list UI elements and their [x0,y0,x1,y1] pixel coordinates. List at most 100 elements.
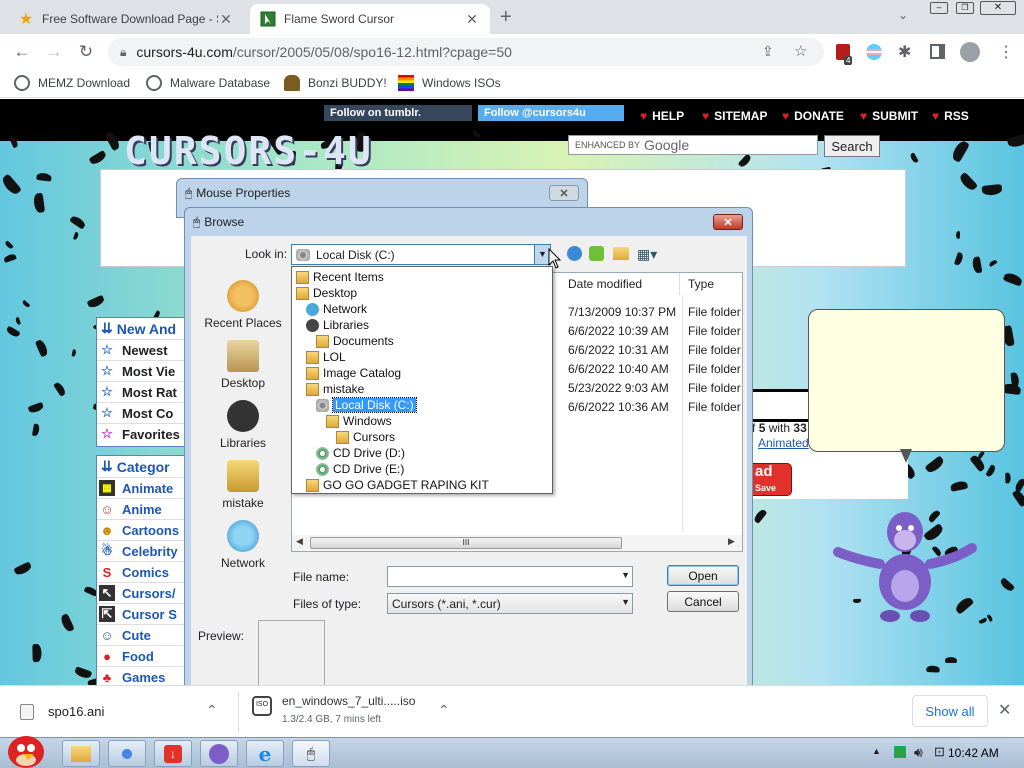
taskbar-explorer[interactable] [62,740,100,767]
look-in-option[interactable]: mistake [306,381,364,397]
address-bar[interactable]: 🔒︎ cursors-4u.com/cursor/2005/05/08/spo1… [108,38,824,66]
look-in-option[interactable]: Network [306,301,367,317]
cat-animated[interactable]: ▦ Animate [97,477,187,498]
look-in-option[interactable]: Local Disk (C:) [316,397,417,413]
file-row-type[interactable]: File folder [688,381,741,395]
scroll-left-arrow[interactable]: ◀ [296,536,303,547]
close-shelf-icon[interactable]: ✕ [998,700,1011,720]
cat-cute[interactable]: ☺ Cute [97,624,187,645]
file-row-date[interactable]: 6/6/2022 10:31 AM [568,343,669,357]
column-date-modified[interactable]: Date modified [562,273,680,295]
column-type[interactable]: Type [682,273,742,295]
site-search-input[interactable]: ENHANCED BY Google [568,135,818,155]
bonzi-buddy-character[interactable] [830,504,980,624]
look-in-option[interactable]: Recent Items [296,269,384,285]
look-in-option[interactable]: Cursors [336,429,395,445]
nav-favorites[interactable]: ☆ Favorites [97,423,187,444]
cat-celebrity[interactable]: ☃ Celebrity [97,540,187,561]
place-libraries[interactable]: Libraries [195,400,291,450]
place-mistake[interactable]: mistake [195,460,291,510]
file-row-date[interactable]: 6/6/2022 10:39 AM [568,324,669,338]
tray-network-icon[interactable]: ⊡ [934,744,945,760]
look-in-option[interactable]: Windows [326,413,392,429]
file-row-type[interactable]: File folder [688,324,741,338]
bookmark-windows-isos[interactable]: Windows ISOs [398,75,501,91]
file-row-date[interactable]: 5/23/2022 9:03 AM [568,381,669,395]
place-recent-places[interactable]: Recent Places [195,280,291,330]
site-logo[interactable]: CURSORS-4U [124,129,373,173]
up-folder-icon[interactable] [589,246,604,261]
look-in-option[interactable]: GO GO GADGET RAPING KIT [306,477,489,493]
back-button[interactable]: ← [10,40,34,64]
look-in-combo[interactable]: Local Disk (C:) ▼ [291,244,551,265]
tab-search-icon[interactable]: ⌄ [898,8,908,22]
reload-button[interactable]: ↻ [74,40,98,64]
nav-most-commented[interactable]: ☆ Most Co [97,402,187,423]
tumblr-follow-button[interactable]: Follow on tumblr. [324,105,472,121]
download-save-button[interactable]: ad Save [752,463,792,496]
new-folder-icon[interactable] [613,247,629,260]
cat-cartoons[interactable]: ☻ Cartoons [97,519,187,540]
cat-cursor-sets[interactable]: ⇱ Cursor S [97,603,187,624]
download-item-name[interactable]: spo16.ani [48,704,104,719]
tray-expand-icon[interactable]: ▲ [872,746,881,756]
look-in-option[interactable]: CD Drive (E:) [316,461,404,477]
minimize-button[interactable]: – [930,2,948,14]
restore-button[interactable]: ❐ [956,2,974,14]
browse-close-button[interactable]: ✕ [713,214,743,230]
taskbar-mouse-properties[interactable]: 🖱︎ [292,740,330,767]
nav-most-viewed[interactable]: ☆ Most Vie [97,360,187,381]
close-tab-icon[interactable]: ✕ [218,11,234,28]
file-type-select[interactable]: Cursors (*.ani, *.cur) ▼ [387,593,633,614]
look-in-option[interactable]: Desktop [296,285,357,301]
menu-kebab-icon[interactable]: ⋮ [998,42,1014,62]
bookmark-malware-db[interactable]: Malware Database [146,75,270,91]
mouse-properties-close-button[interactable]: ✕ [549,185,579,201]
bookmark-star-icon[interactable]: ☆ [794,42,807,60]
file-type-dropdown-arrow[interactable]: ▼ [621,597,630,607]
taskbar-chrome[interactable] [108,740,146,767]
cat-food[interactable]: ● Food [97,645,187,666]
file-row-type[interactable]: File folder [688,343,741,357]
taskbar-download-app[interactable]: ↓ [154,740,192,767]
show-all-button[interactable]: Show all [912,695,988,727]
bookmark-memz[interactable]: MEMZ Download [14,75,130,91]
nav-donate[interactable]: ♥ DONATE [782,109,844,123]
look-in-option[interactable]: LOL [306,349,346,365]
tab-flame-sword[interactable]: Flame Sword Cursor ✕ [250,4,490,34]
look-in-option[interactable]: CD Drive (D:) [316,445,405,461]
place-network[interactable]: Network [195,520,291,570]
site-search-button[interactable]: Search [824,135,880,157]
look-in-option[interactable]: Documents [316,333,394,349]
file-name-dropdown-arrow[interactable]: ▼ [621,570,630,580]
download-item-menu-chevron[interactable]: ⌃ [438,702,450,719]
back-arrow-icon[interactable] [567,246,582,261]
horizontal-scrollbar[interactable]: ◀ III ▶ [292,535,742,551]
look-in-option[interactable]: Image Catalog [306,365,401,381]
flag-extension-icon[interactable] [866,44,882,60]
view-menu-icon[interactable]: ▦▾ [637,246,657,263]
taskbar-ie[interactable]: e [246,740,284,767]
open-button[interactable]: Open [667,565,739,586]
file-row-date[interactable]: 6/6/2022 10:40 AM [568,362,669,376]
download-item-menu-chevron[interactable]: ⌃ [206,702,218,719]
extensions-puzzle-icon[interactable]: ✱ [898,42,911,62]
file-row-type[interactable]: File folder [688,305,741,319]
look-in-option[interactable]: Libraries [306,317,369,333]
file-row-date[interactable]: 7/13/2009 10:37 PM [568,305,676,319]
tab-free-software[interactable]: ★ Free Software Download Page - S ✕ [8,4,244,34]
twitter-follow-button[interactable]: Follow @cursors4u [478,105,624,121]
share-icon[interactable]: ⇪ [762,43,774,60]
cat-cursors[interactable]: ↖ Cursors/ [97,582,187,603]
nav-rss[interactable]: ♥ RSS [932,109,969,123]
bookmark-bonzi[interactable]: Bonzi BUDDY! [284,75,387,91]
download-item-name-2[interactable]: en_windows_7_ulti.....iso [282,694,415,708]
file-row-type[interactable]: File folder [688,400,741,414]
cat-games[interactable]: ♣ Games [97,666,187,685]
scroll-thumb[interactable]: III [310,537,622,549]
animated-link[interactable]: Animated [758,436,809,450]
cat-anime[interactable]: ☺ Anime [97,498,187,519]
profile-avatar[interactable] [960,42,980,62]
nav-help[interactable]: ♥ HELP [640,109,684,123]
place-desktop[interactable]: Desktop [195,340,291,390]
